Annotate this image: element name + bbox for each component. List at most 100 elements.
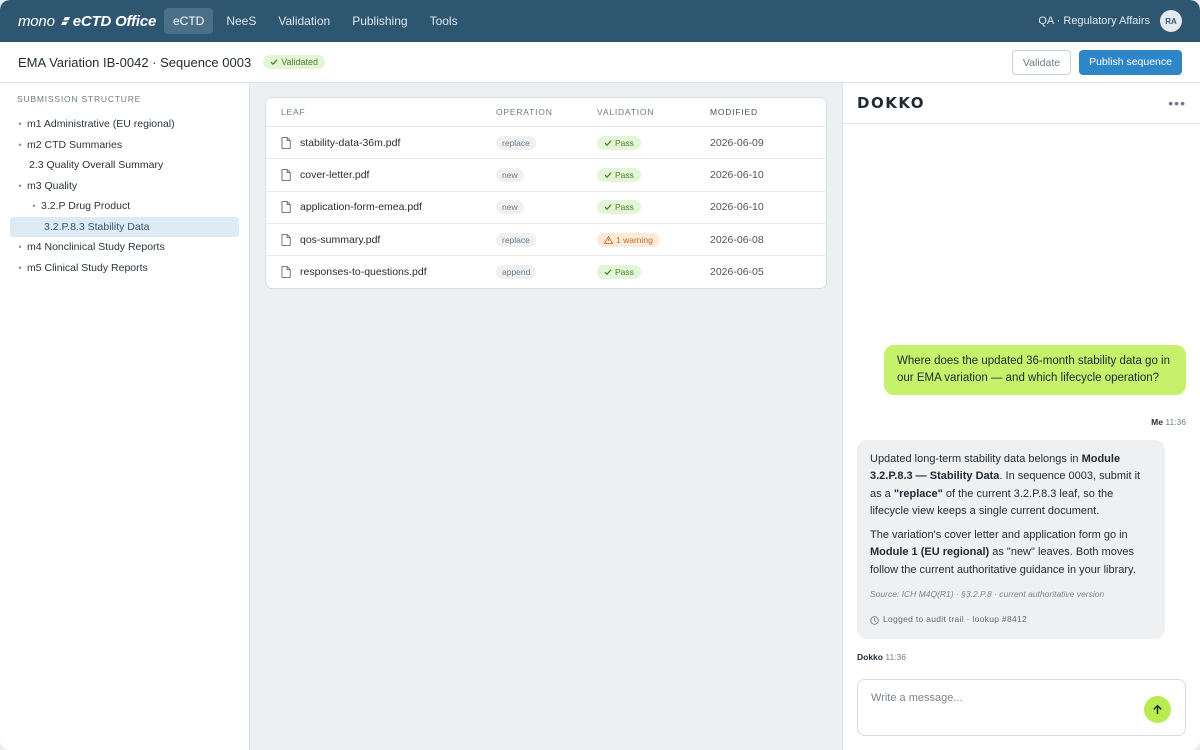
tree-item-m5[interactable]: • m5 Clinical Study Reports	[10, 258, 239, 279]
send-button[interactable]	[1144, 696, 1171, 723]
validation-pill[interactable]: Pass	[597, 167, 641, 182]
brand-name: eCTD Office	[72, 12, 157, 30]
operation-pill: new	[496, 200, 524, 215]
leaf-table-area: LEAF OPERATION VALIDATION MODIFIED stabi…	[250, 83, 842, 750]
warning-icon	[604, 235, 613, 244]
cell-modified: 2026-06-10	[710, 201, 764, 214]
chat-thread: Where does the updated 36-month stabilit…	[843, 124, 1200, 750]
status-badge-label: Validated	[281, 57, 319, 67]
cell-modified: 2026-06-05	[710, 266, 764, 279]
nav-ectd[interactable]: eCTD	[164, 8, 214, 34]
user-message: Where does the updated 36-month stabilit…	[884, 345, 1186, 395]
workspace: SUBMISSION STRUCTURE • m1 Administrative …	[0, 83, 1200, 750]
avatar[interactable]: RA	[1160, 10, 1182, 32]
cell-operation: new	[496, 200, 597, 215]
tree-item-label: m2 CTD Summaries	[27, 138, 123, 151]
text-run-bold: Module 1 (EU regional)	[870, 546, 990, 559]
validation-pill[interactable]: Pass	[597, 265, 641, 280]
table-row[interactable]: application-form-emea.pdf new Pass 2026-06-…	[266, 192, 826, 224]
check-icon	[604, 172, 612, 179]
tree-item-m1[interactable]: • m1 Administrative (EU regional)	[10, 114, 239, 135]
cell-modified: 2026-06-08	[710, 233, 764, 246]
cell-leaf: cover-letter.pdf	[266, 169, 496, 181]
assistant-panel: DOKKO ••• Where does the updated 36-mont…	[842, 83, 1200, 750]
tree-item-3-2-p[interactable]: • 3.2.P Drug Product	[10, 196, 239, 217]
table-row[interactable]: qos-summary.pdf replace 1 warning 2026-06-0…	[266, 224, 826, 257]
file-icon	[281, 233, 291, 246]
text-run: Updated long-term stability data belongs…	[870, 453, 1082, 465]
tree-item-m2[interactable]: • m2 CTD Summaries	[10, 135, 239, 156]
leaf-table: LEAF OPERATION VALIDATION MODIFIED stabi…	[265, 97, 827, 290]
cell-modified: 2026-06-09	[710, 136, 764, 149]
leaf-filename[interactable]: qos-summary.pdf	[300, 234, 380, 246]
tree-item-label: 2.3 Quality Overall Summary	[29, 159, 164, 172]
column-header-validation[interactable]: VALIDATION	[597, 107, 710, 117]
validation-pill[interactable]: 1 warning	[597, 232, 660, 247]
table-row[interactable]: responses-to-questions.pdf append Pass 2026…	[266, 256, 826, 288]
table-row[interactable]: stability-data-36m.pdf replace Pass 2026-06…	[266, 127, 826, 160]
nav-validation[interactable]: Validation	[269, 8, 339, 34]
user-name: Me	[1151, 417, 1163, 427]
column-header-leaf[interactable]: LEAF	[266, 107, 496, 117]
cell-operation: new	[496, 167, 597, 182]
leaf-filename[interactable]: stability-data-36m.pdf	[300, 137, 400, 149]
check-icon	[604, 269, 612, 276]
bullet-icon: •	[18, 242, 22, 253]
file-icon	[281, 136, 291, 149]
leaf-filename[interactable]: responses-to-questions.pdf	[300, 266, 427, 278]
bullet-icon: •	[32, 201, 36, 212]
source-citation[interactable]: Source: ICH M4Q(R1) · §3.2.P.8 · current…	[870, 586, 1152, 603]
text-run-bold: "replace"	[893, 487, 943, 500]
validation-label: Pass	[615, 137, 634, 148]
user-message-meta: Me 11:36	[1151, 417, 1186, 427]
tree-item-label: m4 Nonclinical Study Reports	[27, 241, 165, 254]
bullet-icon: •	[18, 139, 22, 150]
leaf-filename[interactable]: cover-letter.pdf	[300, 169, 369, 181]
more-options-icon[interactable]: •••	[1168, 95, 1186, 111]
validation-pill[interactable]: Pass	[597, 200, 641, 215]
validate-button[interactable]: Validate	[1011, 49, 1072, 75]
assistant-message: Updated long-term stability data belongs…	[857, 440, 1165, 639]
assistant-message-time: 11:36	[885, 652, 906, 662]
bullet-icon: •	[18, 119, 22, 130]
tree-item-3-2-p-8-3[interactable]: 3.2.P.8.3 Stability Data	[10, 216, 239, 237]
publish-sequence-button[interactable]: Publish sequence	[1079, 49, 1182, 75]
operation-pill: replace	[496, 232, 536, 247]
tree-item-label: m3 Quality	[27, 179, 78, 192]
submission-structure-sidebar: SUBMISSION STRUCTURE • m1 Administrative …	[0, 83, 250, 750]
assistant-logo: DOKKO	[857, 94, 926, 112]
table-body: stability-data-36m.pdf replace Pass 2026-06…	[266, 127, 826, 288]
column-header-modified[interactable]: MODIFIED	[710, 107, 826, 117]
app-window: mono eCTD Office eCTD NeeS Validation Pu…	[0, 0, 1200, 750]
status-badge: Validated	[263, 55, 326, 69]
clock-icon	[870, 615, 879, 625]
table-row[interactable]: cover-letter.pdf new Pass 2026-06-10	[266, 159, 826, 192]
assistant-paragraph-2: The variation's cover letter and applica…	[870, 527, 1152, 579]
assistant-name: Dokko	[857, 652, 883, 662]
cell-leaf: application-form-emea.pdf	[266, 201, 496, 213]
cell-operation: append	[496, 265, 597, 280]
nav-nees[interactable]: NeeS	[217, 8, 265, 34]
top-bar: mono eCTD Office eCTD NeeS Validation Pu…	[0, 0, 1200, 42]
arrow-up-icon	[1153, 704, 1162, 715]
brand-logo[interactable]: mono eCTD Office	[18, 13, 164, 30]
validation-label: 1 warning	[616, 234, 653, 245]
assistant-message-meta: Dokko 11:36	[857, 652, 906, 662]
audit-note: Logged to audit trail · lookup #8412	[870, 611, 1152, 628]
cell-operation: replace	[496, 135, 597, 150]
validation-pill[interactable]: Pass	[597, 135, 641, 150]
user-role-label[interactable]: QA · Regulatory Affairs	[1038, 15, 1150, 27]
tree-item-m3[interactable]: • m3 Quality	[10, 176, 239, 197]
leaf-filename[interactable]: application-form-emea.pdf	[300, 201, 422, 213]
cell-validation: Pass	[597, 265, 710, 280]
tree-item-label: 3.2.P.8.3 Stability Data	[44, 220, 150, 233]
column-header-operation[interactable]: OPERATION	[496, 107, 597, 117]
nav-publishing[interactable]: Publishing	[343, 8, 416, 34]
nav-tools[interactable]: Tools	[421, 8, 467, 34]
message-input[interactable]	[871, 692, 1121, 704]
tree-item-2-3[interactable]: 2.3 Quality Overall Summary	[10, 155, 239, 176]
check-icon	[604, 204, 612, 211]
validation-label: Pass	[615, 267, 634, 278]
sidebar-title: SUBMISSION STRUCTURE	[17, 94, 142, 104]
tree-item-m4[interactable]: • m4 Nonclinical Study Reports	[10, 237, 239, 258]
